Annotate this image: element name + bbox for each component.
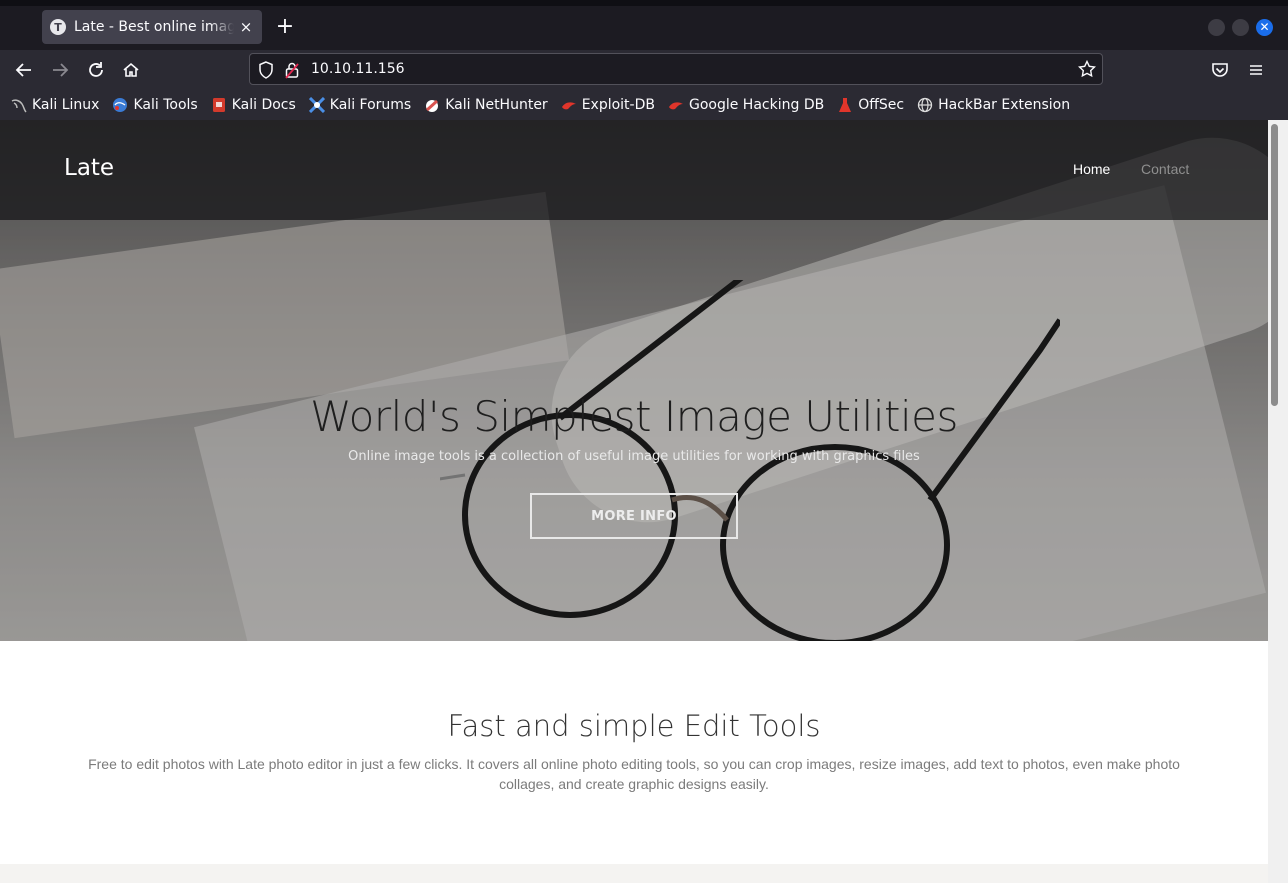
app-menu-button[interactable]	[1243, 57, 1269, 83]
pocket-icon	[1212, 63, 1228, 77]
pocket-button[interactable]	[1207, 57, 1233, 83]
page-viewport: Late Home Contact World's Simplest Image…	[0, 120, 1268, 883]
section-title: Fast and simple Edit Tools	[447, 709, 821, 743]
bookmark-label: Kali Linux	[32, 97, 100, 113]
tab-active[interactable]: T Late - Best online image tools ×	[42, 10, 262, 44]
bookmark-label: Exploit-DB	[581, 97, 655, 113]
site-logo[interactable]: Late	[64, 155, 114, 181]
bookmark-kali-linux[interactable]: Kali Linux	[11, 97, 99, 113]
hero-title: World's Simplest Image Utilities	[310, 392, 958, 441]
new-tab-button[interactable]: +	[274, 14, 296, 40]
bookmark-kali-tools[interactable]: Kali Tools	[112, 97, 198, 113]
home-button[interactable]	[118, 57, 144, 83]
kali-tools-icon	[113, 98, 128, 112]
tab-strip: T Late - Best online image tools × + ✕	[0, 0, 1288, 50]
url-text: 10.10.11.156	[311, 61, 405, 77]
bookmark-exploit-db[interactable]: Exploit-DB	[561, 97, 655, 113]
kali-docs-icon	[212, 98, 225, 112]
reload-icon	[89, 62, 103, 77]
page-scrollbar-thumb[interactable]	[1271, 124, 1278, 406]
bookmark-star-icon[interactable]	[1078, 60, 1096, 78]
exploit-db-icon	[561, 102, 576, 110]
offsec-icon	[839, 98, 852, 112]
nav-link-home[interactable]: Home	[1073, 161, 1110, 177]
globe-icon	[917, 97, 933, 113]
section-description: Free to edit photos with Late photo edit…	[88, 756, 1180, 792]
forward-arrow-icon	[53, 63, 69, 77]
maximize-button[interactable]	[1232, 19, 1249, 36]
back-button[interactable]	[11, 57, 37, 83]
kali-nethunter-icon	[426, 99, 439, 112]
bookmark-google-hacking-db[interactable]: Google Hacking DB	[668, 97, 824, 113]
address-bar[interactable]: 10.10.11.156	[249, 53, 1103, 85]
bookmark-label: OffSec	[858, 97, 905, 113]
more-info-button[interactable]: MORE INFO	[530, 493, 738, 539]
desktop-top-panel	[0, 0, 1288, 6]
home-icon	[123, 62, 139, 77]
hero-banner: Late Home Contact World's Simplest Image…	[0, 120, 1268, 641]
bookmark-label: Google Hacking DB	[688, 97, 825, 113]
features-section: Fast and simple Edit Tools Free to edit …	[0, 641, 1268, 865]
bookmark-kali-nethunter[interactable]: Kali NetHunter	[424, 97, 548, 113]
bookmark-label: Kali Forums	[329, 97, 412, 113]
kali-dragon-icon	[11, 99, 27, 113]
kali-forums-icon	[308, 97, 325, 113]
bookmark-kali-forums[interactable]: Kali Forums	[308, 97, 412, 113]
tracking-shield-icon[interactable]	[258, 61, 274, 79]
bookmark-label: Kali Docs	[231, 97, 296, 113]
bookmark-kali-docs[interactable]: Kali Docs	[211, 97, 296, 113]
bookmarks-toolbar: Kali Linux Kali Tools Kali Docs Kali For…	[0, 90, 1288, 120]
forward-button[interactable]	[47, 57, 73, 83]
tab-close-icon[interactable]: ×	[238, 18, 254, 36]
nav-link-contact[interactable]: Contact	[1141, 161, 1189, 177]
insecure-lock-icon[interactable]	[285, 61, 299, 79]
bookmark-label: Kali NetHunter	[445, 97, 548, 113]
window-close-button[interactable]: ✕	[1256, 19, 1273, 36]
hero-subtitle: Online image tools is a collection of us…	[348, 449, 920, 464]
ghdb-icon	[668, 102, 683, 110]
tab-favicon-icon: T	[50, 19, 66, 35]
hamburger-menu-icon	[1250, 65, 1262, 75]
back-arrow-icon	[15, 63, 31, 77]
bookmark-label: Kali Tools	[133, 97, 198, 113]
bookmark-offsec[interactable]: OffSec	[837, 97, 904, 113]
navigation-toolbar: 10.10.11.156	[0, 50, 1288, 90]
bookmark-label: HackBar Extension	[938, 97, 1071, 113]
next-section-band	[0, 864, 1268, 883]
bookmark-hackbar-extension[interactable]: HackBar Extension	[917, 97, 1070, 113]
reload-button[interactable]	[83, 57, 109, 83]
tab-title: Late - Best online image tools	[74, 19, 234, 35]
minimize-button[interactable]	[1208, 19, 1225, 36]
site-header: Late Home Contact	[0, 120, 1268, 220]
